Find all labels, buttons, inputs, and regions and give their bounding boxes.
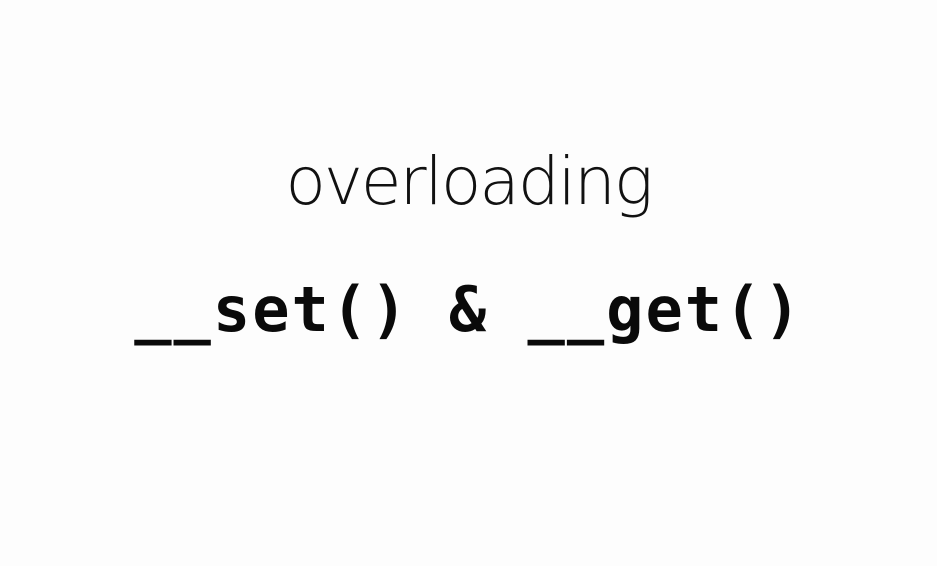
slide: overloading __set() & __get(): [0, 0, 937, 566]
slide-title: overloading: [285, 143, 653, 220]
slide-code-subtitle: __set() & __get(): [134, 273, 803, 346]
